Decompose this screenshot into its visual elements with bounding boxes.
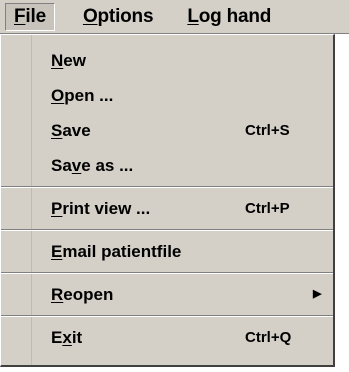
menu-item-label: Reopen [51, 285, 114, 304]
menu-item-label: New [51, 51, 86, 70]
menu-file-mnemonic: F [14, 5, 26, 27]
menu-item-save[interactable]: Save Ctrl+S [31, 113, 333, 148]
menu-item-exit[interactable]: Exit Ctrl+Q [31, 320, 333, 355]
submenu-arrow-icon: ▶ [313, 288, 322, 300]
menu-separator [1, 186, 333, 188]
menu-log-hand-label: og hand [198, 5, 272, 27]
menu-separator [1, 315, 333, 317]
menu-item-save-as[interactable]: Save as ... [31, 148, 333, 183]
menu-item-label: Print view ... [51, 199, 151, 218]
menu-item-label: Open ... [51, 86, 114, 105]
menu-item-print-view[interactable]: Print view ... Ctrl+P [31, 191, 333, 226]
shortcut-print: Ctrl+P [245, 200, 290, 217]
menu-options[interactable]: Options [75, 4, 161, 30]
menu-separator [1, 272, 333, 274]
menu-log-hand-mnemonic: L [187, 5, 199, 27]
shortcut-exit: Ctrl+Q [245, 329, 292, 346]
menu-item-label: Exit [51, 328, 83, 347]
menu-item-label: Save as ... [51, 156, 134, 175]
menu-options-label: ptions [97, 5, 154, 27]
file-dropdown-menu: New Open ... Save Ctrl+S Save as ... Pri… [0, 34, 335, 367]
menu-item-label: Save [51, 121, 91, 140]
menu-separator [1, 229, 333, 231]
menu-items: New Open ... Save Ctrl+S Save as ... Pri… [1, 43, 333, 355]
shortcut-save: Ctrl+S [245, 122, 290, 139]
menu-bar: File Options Log hand [0, 0, 349, 34]
menu-item-new[interactable]: New [31, 43, 333, 78]
menu-item-label: Email patientfile [51, 242, 182, 261]
menu-item-reopen[interactable]: Reopen ▶ [31, 277, 333, 312]
menu-item-email-patientfile[interactable]: Email patientfile [31, 234, 333, 269]
menu-log-hand[interactable]: Log hand [179, 4, 279, 30]
menu-item-open[interactable]: Open ... [31, 78, 333, 113]
menu-file-label: ile [25, 5, 46, 27]
menu-options-mnemonic: O [82, 5, 98, 27]
menu-file[interactable]: File [5, 2, 55, 31]
